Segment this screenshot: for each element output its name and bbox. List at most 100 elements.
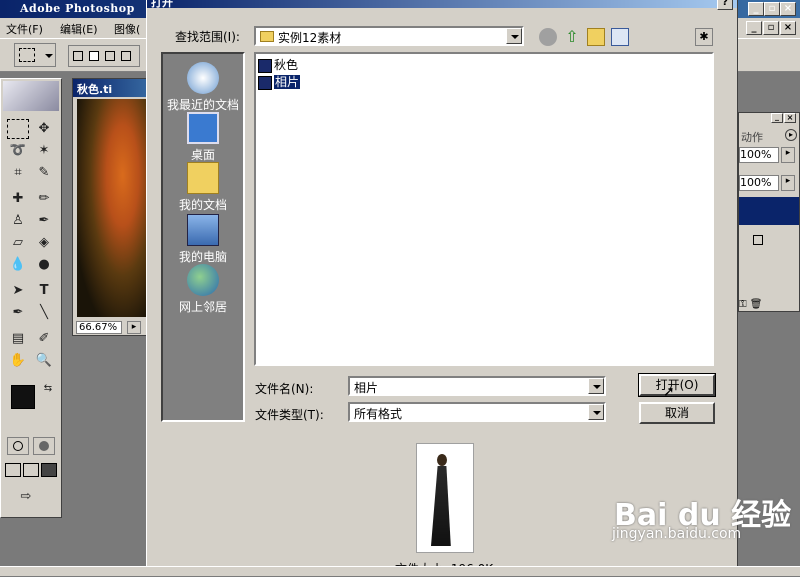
list-item[interactable]: 相片 [258, 73, 301, 90]
move-tool-icon[interactable]: ✥ [33, 119, 55, 139]
my-documents-icon [187, 162, 219, 194]
pen-tool-icon[interactable]: ✒ [7, 303, 29, 323]
healing-brush-icon[interactable]: ✚ [7, 189, 29, 209]
look-in-value: 实例12素材 [278, 31, 342, 45]
zoom-level[interactable]: 66.67% [76, 321, 122, 334]
brush-tool-icon[interactable]: ✏ [33, 189, 55, 209]
chevron-down-icon[interactable] [506, 28, 522, 44]
chevron-down-icon[interactable] [588, 378, 604, 394]
opacity-arrow-icon[interactable]: ▸ [781, 147, 795, 163]
menu-file[interactable]: 文件(F) [6, 21, 43, 37]
intersect-selection-icon[interactable] [121, 51, 131, 61]
place-my-documents[interactable]: 我的文档 [163, 162, 243, 213]
selection-mode-group[interactable] [68, 45, 140, 67]
panel-tab-actions[interactable]: 动作 [741, 129, 763, 145]
file-list[interactable]: 秋色 相片 [254, 52, 714, 366]
list-item[interactable]: 秋色 [258, 56, 298, 73]
new-selection-icon[interactable] [73, 51, 83, 61]
folder-icon [260, 31, 274, 42]
blur-tool-icon[interactable]: 💧 [7, 255, 29, 275]
line-tool-icon[interactable]: ╲ [33, 303, 55, 323]
panel-minimize-icon[interactable]: _ [771, 113, 783, 123]
bucket-tool-icon[interactable]: ◈ [33, 233, 55, 253]
filetype-value: 所有格式 [354, 407, 403, 421]
preview-figure-body [431, 466, 451, 546]
screen-mode-full-menu-icon[interactable] [23, 463, 39, 477]
layer-row-selected[interactable] [739, 197, 799, 225]
preview-figure-head [437, 454, 447, 466]
eraser-tool-icon[interactable]: ▱ [7, 233, 29, 253]
up-folder-icon[interactable]: ⇧ [563, 28, 581, 46]
recent-docs-icon [187, 62, 219, 94]
places-bar: 我最近的文档 桌面 我的文档 我的电脑 网上邻居 [161, 52, 245, 422]
jump-to-imageready-icon[interactable]: ⇨ [15, 487, 37, 507]
notes-tool-icon[interactable]: ▤ [7, 329, 29, 349]
image-preview [416, 443, 474, 553]
tools-icon[interactable]: ✱ [695, 28, 713, 46]
menu-image[interactable]: 图像( [114, 21, 140, 37]
panel-menu-icon[interactable]: ▸ [785, 129, 797, 141]
panel-close-icon[interactable]: × [784, 113, 796, 123]
chevron-down-icon [45, 54, 53, 58]
place-network[interactable]: 网上邻居 [163, 264, 243, 315]
path-select-icon[interactable]: ➤ [7, 281, 29, 301]
quickmask-mode-icon[interactable] [33, 437, 55, 455]
filetype-select[interactable]: 所有格式 [348, 402, 606, 422]
screen-mode-full-icon[interactable] [41, 463, 57, 477]
marquee-tool-icon[interactable] [7, 119, 29, 139]
history-brush-icon[interactable]: ✒ [33, 211, 55, 231]
look-in-label: 查找范围(I): [175, 30, 240, 44]
eyedropper-icon[interactable]: ✐ [33, 329, 55, 349]
stamp-tool-icon[interactable]: ♙ [7, 211, 29, 231]
foreground-color-swatch[interactable] [11, 385, 35, 409]
desktop-icon [187, 112, 219, 144]
panel-header: _ × [741, 113, 797, 125]
marquee-preset-picker[interactable] [14, 43, 56, 67]
place-recent[interactable]: 我最近的文档 [163, 62, 243, 113]
doc-restore-icon[interactable]: ▫ [763, 21, 779, 35]
zoom-tool-icon[interactable]: 🔍 [33, 351, 55, 371]
lock-icon[interactable] [753, 235, 763, 245]
views-menu-icon[interactable] [611, 28, 629, 46]
doc-info-icon[interactable]: ▸ [127, 321, 141, 334]
menu-edit[interactable]: 编辑(E) [60, 21, 98, 37]
app-title: Adobe Photoshop [20, 2, 135, 15]
tif-file-icon [258, 75, 272, 90]
document-title[interactable]: 秋色.ti [73, 79, 155, 97]
lasso-tool-icon[interactable]: ➰ [7, 141, 29, 161]
dialog-help-icon[interactable]: ? [717, 0, 733, 10]
screen-mode-standard-icon[interactable] [5, 463, 21, 477]
fill-arrow-icon[interactable]: ▸ [781, 175, 795, 191]
panel-footer-icons[interactable]: ⚿ 🗑 [739, 299, 762, 310]
chevron-down-icon[interactable] [588, 404, 604, 420]
open-button[interactable]: 打开(O) [638, 373, 716, 397]
back-icon[interactable] [539, 28, 557, 46]
autumn-image[interactable] [77, 99, 153, 317]
type-tool-icon[interactable]: T [33, 281, 55, 301]
doc-close-icon[interactable]: × [780, 21, 796, 35]
close-icon[interactable]: × [780, 2, 796, 16]
restore-icon[interactable]: ▫ [764, 2, 780, 16]
doc-minimize-icon[interactable]: _ [746, 21, 762, 35]
dialog-title: 打开 [151, 0, 173, 9]
place-my-computer[interactable]: 我的电脑 [163, 214, 243, 265]
rect-marquee-icon [19, 48, 35, 62]
add-selection-icon[interactable] [89, 51, 99, 61]
swap-colors-icon[interactable]: ⇆ [37, 379, 59, 399]
new-folder-icon[interactable] [587, 28, 605, 46]
cancel-button[interactable]: 取消 [639, 402, 715, 424]
look-in-select[interactable]: 实例12素材 [254, 26, 524, 46]
opacity-field[interactable]: 100% [739, 147, 779, 163]
crop-tool-icon[interactable]: ⌗ [7, 163, 29, 183]
subtract-selection-icon[interactable] [105, 51, 115, 61]
filename-value: 相片 [354, 381, 379, 395]
magic-wand-icon[interactable]: ✶ [33, 141, 55, 161]
fill-field[interactable]: 100% [739, 175, 779, 191]
place-desktop[interactable]: 桌面 [163, 112, 243, 163]
standard-mode-icon[interactable] [7, 437, 29, 455]
hand-tool-icon[interactable]: ✋ [7, 351, 29, 371]
dodge-tool-icon[interactable]: ● [33, 255, 55, 275]
minimize-icon[interactable]: _ [748, 2, 764, 16]
slice-tool-icon[interactable]: ✎ [33, 163, 55, 183]
filename-input[interactable]: 相片 [348, 376, 606, 396]
